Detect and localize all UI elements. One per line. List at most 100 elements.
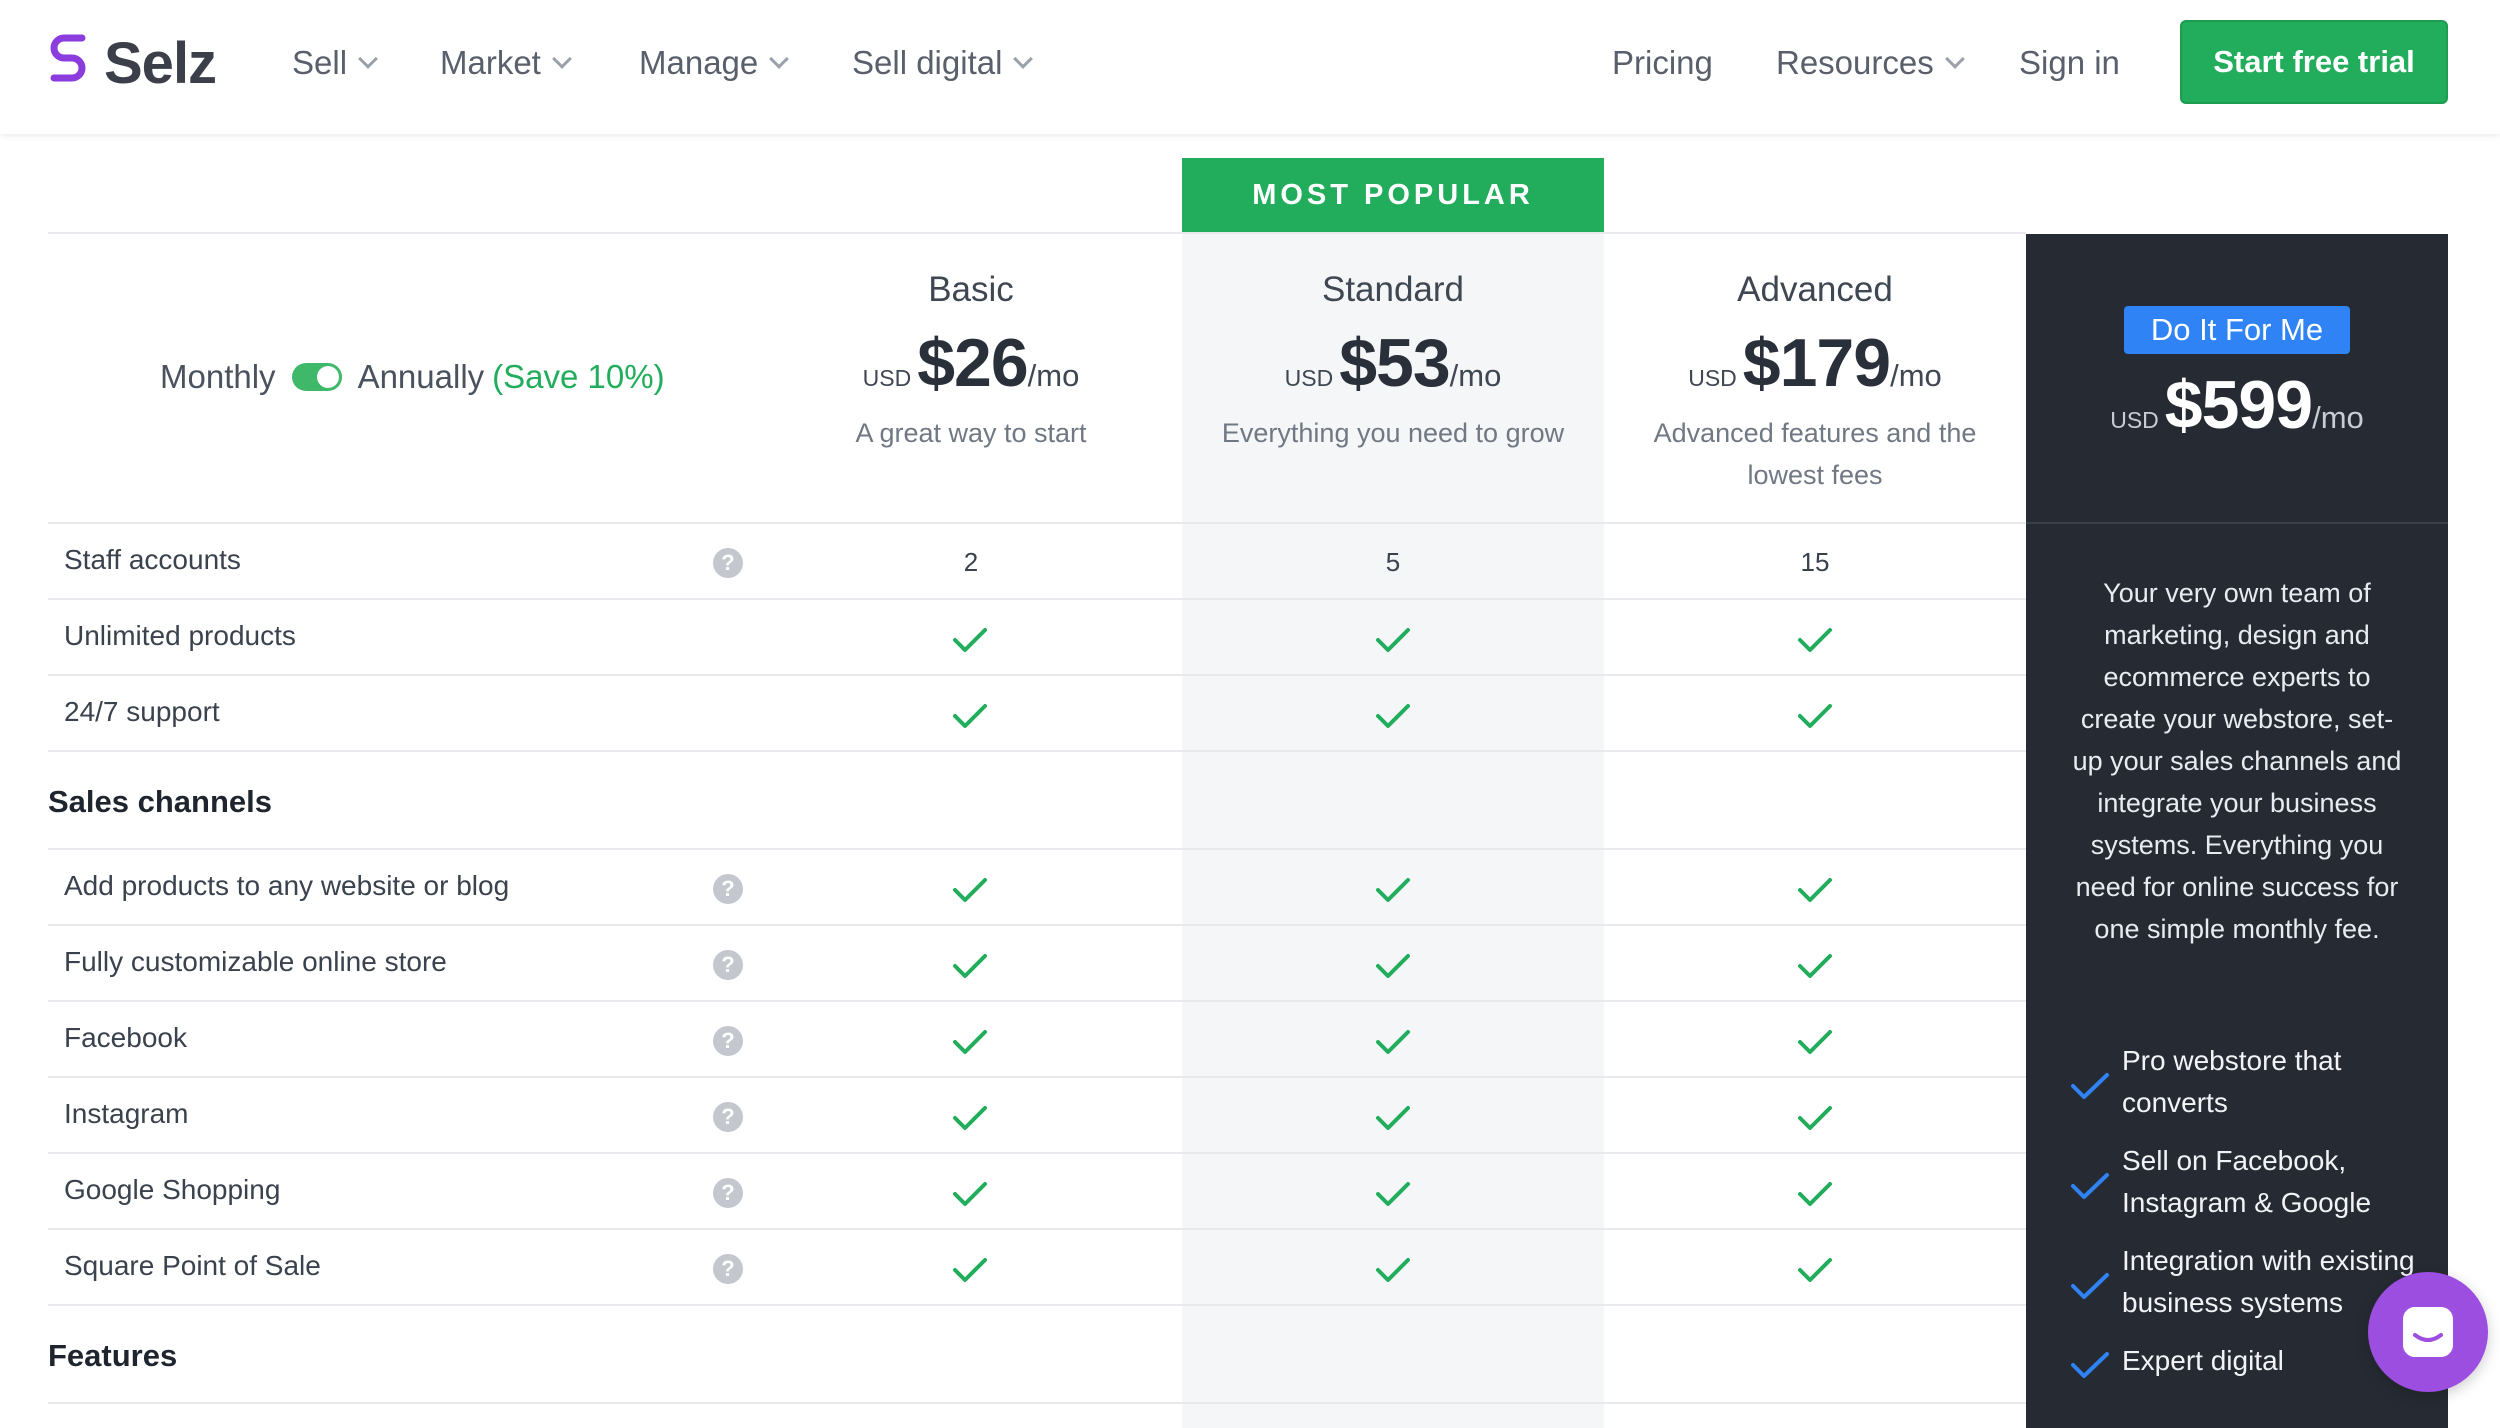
plan-standard: Standard USD $53 /mo Everything you need… (1182, 270, 1604, 454)
divider (48, 674, 2026, 676)
start-free-trial-button[interactable]: Start free trial (2180, 20, 2448, 104)
price-period: /mo (1890, 358, 1942, 393)
difm-feature: Pro webstore that converts (2070, 1040, 2430, 1124)
check-icon (1798, 1106, 1832, 1130)
difm-price: USD $599 /mo (2026, 366, 2448, 444)
nav-pricing[interactable]: Pricing (1612, 44, 1713, 82)
help-icon[interactable]: ? (713, 548, 743, 578)
most-popular-badge: MOST POPULAR (1182, 158, 1604, 232)
nav-resources[interactable]: Resources (1776, 44, 1965, 82)
divider (48, 1304, 2026, 1306)
check-icon (953, 1182, 987, 1206)
chevron-down-icon (358, 49, 378, 69)
check-icon (953, 954, 987, 978)
nav-sell[interactable]: Sell (292, 44, 378, 82)
plan-tagline: A great way to start (855, 418, 1087, 448)
help-icon[interactable]: ? (713, 1178, 743, 1208)
chevron-down-icon (1013, 49, 1034, 69)
row-label-instagram: Instagram (64, 1098, 189, 1129)
cell-value: 15 (1800, 547, 1830, 577)
check-icon (1376, 878, 1410, 902)
check-icon (2071, 1352, 2109, 1378)
help-icon[interactable]: ? (713, 1026, 743, 1056)
billing-period-toggle-row: Monthly Annually (Save 10%) (160, 358, 665, 396)
divider (48, 522, 2026, 524)
divider (48, 924, 2026, 926)
check-icon (1376, 1030, 1410, 1054)
nav-manage[interactable]: Manage (639, 44, 790, 82)
help-icon[interactable]: ? (713, 1102, 743, 1132)
price-period: /mo (1449, 358, 1502, 393)
plan-advanced: Advanced USD $179 /mo Advanced features … (1604, 270, 2026, 496)
check-icon (953, 1030, 987, 1054)
price-amount: $179 (1742, 325, 1891, 401)
plan-name: Basic (928, 270, 1014, 309)
nav-manage-label: Manage (639, 44, 759, 81)
check-icon (953, 704, 987, 728)
cell-value: 2 (963, 547, 979, 577)
check-icon (1376, 954, 1410, 978)
divider (48, 750, 2026, 752)
row-label-staff-accounts: Staff accounts (64, 544, 241, 575)
divider (48, 1402, 2026, 1404)
difm-feature-label: Sell on Facebook, Instagram & Google (2122, 1145, 2372, 1218)
do-it-for-me-button[interactable]: Do It For Me (2124, 306, 2350, 354)
plan-price: USD $26 /mo (760, 324, 1182, 402)
help-icon[interactable]: ? (713, 950, 743, 980)
chat-launcher-button[interactable] (2368, 1272, 2488, 1392)
section-title-features: Features (48, 1338, 178, 1373)
nav-market[interactable]: Market (440, 44, 572, 82)
row-label-facebook: Facebook (64, 1022, 187, 1053)
plan-name: Advanced (1737, 270, 1893, 309)
row-label-google-shopping: Google Shopping (64, 1174, 281, 1205)
plan-price: USD $179 /mo (1604, 324, 2026, 402)
check-icon (1376, 1106, 1410, 1130)
check-icon (1798, 1182, 1832, 1206)
nav-sign-in[interactable]: Sign in (2019, 44, 2120, 82)
plan-tagline: Everything you need to grow (1221, 418, 1565, 448)
chat-icon (2403, 1307, 2453, 1357)
monthly-label[interactable]: Monthly (160, 358, 276, 396)
chevron-down-icon (769, 49, 790, 69)
divider (48, 1076, 2026, 1078)
check-icon (953, 1106, 987, 1130)
check-icon (953, 1258, 987, 1282)
divider (48, 848, 2026, 850)
check-icon (1798, 878, 1832, 902)
check-icon (1376, 1258, 1410, 1282)
row-label-unlimited-products: Unlimited products (64, 620, 296, 651)
price-amount: $53 (1339, 325, 1450, 401)
plan-tagline: Advanced features and the lowest fees (1653, 418, 1977, 490)
price-period: /mo (2312, 400, 2364, 435)
plan-name: Standard (1321, 270, 1465, 309)
chevron-down-icon (1944, 49, 1965, 69)
help-icon[interactable]: ? (713, 874, 743, 904)
check-icon (1798, 628, 1832, 652)
check-icon (2071, 1173, 2109, 1199)
help-icon[interactable]: ? (713, 1254, 743, 1284)
row-label-square-pos: Square Point of Sale (64, 1250, 321, 1281)
billing-toggle[interactable] (291, 363, 342, 391)
difm-description: Your very own team of marketing, design … (2072, 578, 2402, 944)
check-icon (1376, 628, 1410, 652)
currency: USD (2110, 407, 2159, 433)
check-icon (1798, 1030, 1832, 1054)
check-icon (2071, 1073, 2109, 1099)
divider (48, 1152, 2026, 1154)
divider (48, 1000, 2026, 1002)
row-label-support: 24/7 support (64, 696, 220, 727)
difm-divider (2026, 522, 2448, 524)
difm-feature-label: Pro webstore that converts (2122, 1045, 2342, 1118)
nav-pricing-label: Pricing (1612, 44, 1713, 81)
check-icon (1376, 1182, 1410, 1206)
currency: USD (862, 365, 912, 391)
selz-logo[interactable]: Selz (46, 28, 217, 98)
cell-value: 5 (1385, 547, 1401, 577)
check-icon (1798, 1258, 1832, 1282)
nav-sign-in-label: Sign in (2019, 44, 2120, 81)
nav-sell-digital[interactable]: Sell digital (852, 44, 1034, 82)
save-badge: (Save 10%) (492, 358, 665, 395)
divider (48, 598, 2026, 600)
annually-label[interactable]: Annually (358, 358, 485, 396)
divider (48, 232, 2026, 234)
